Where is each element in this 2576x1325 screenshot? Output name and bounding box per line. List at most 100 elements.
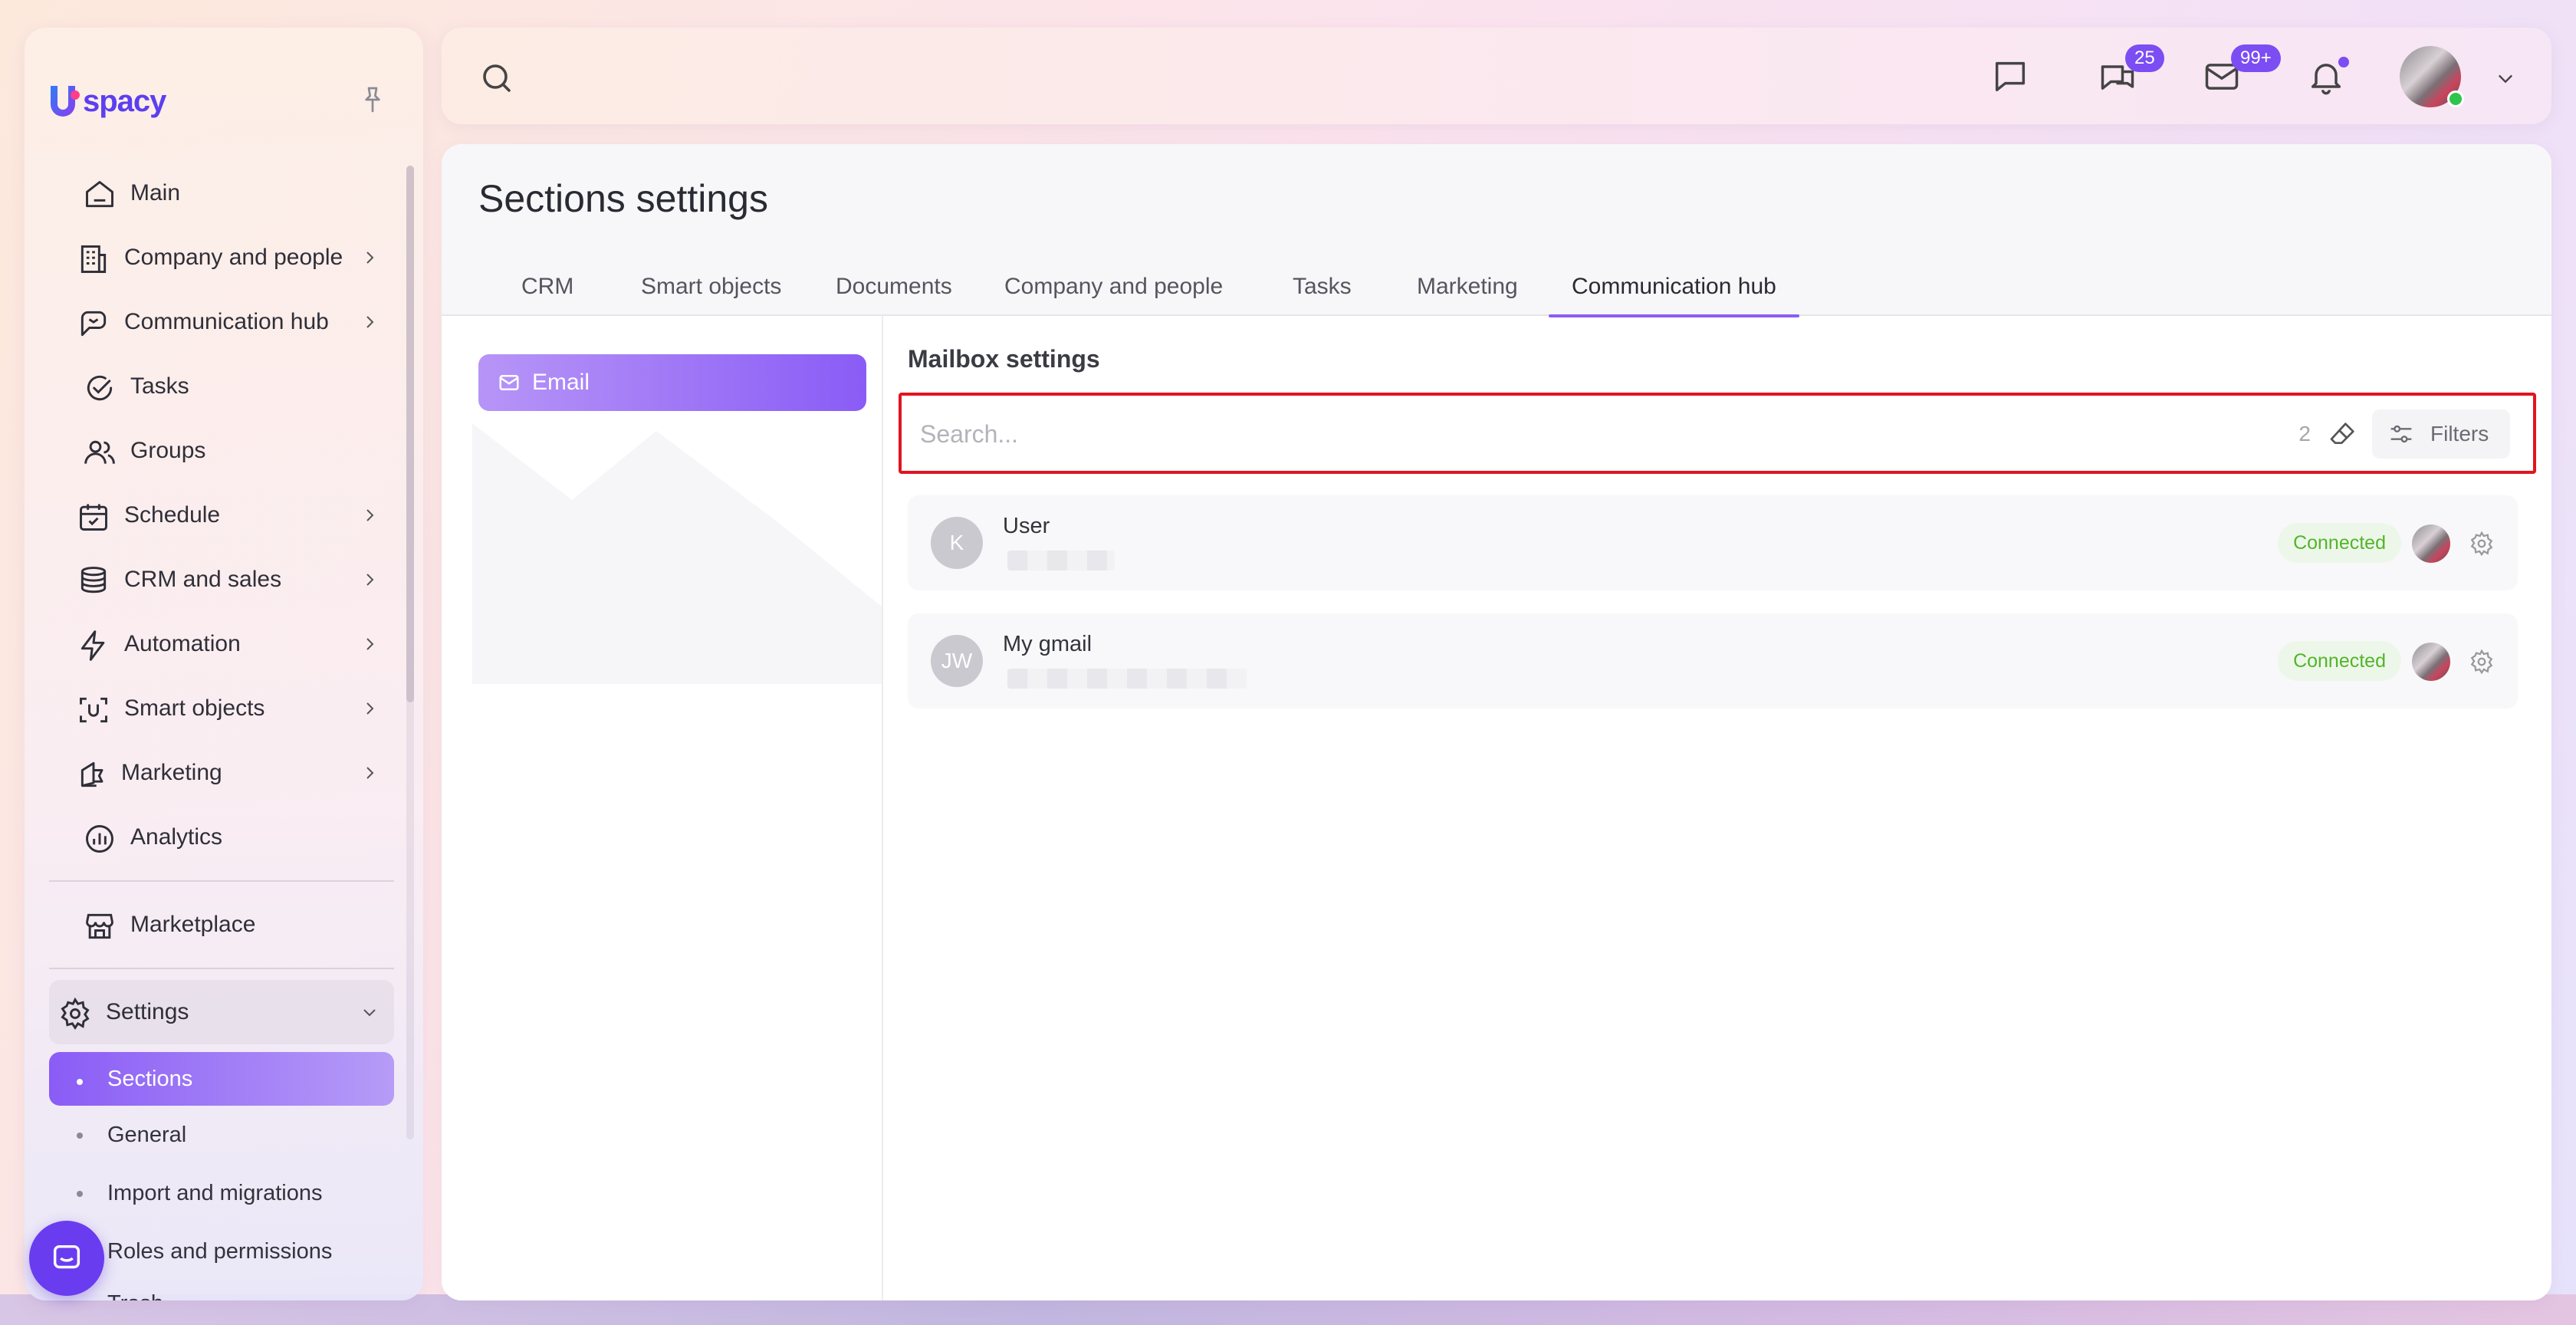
store-icon	[83, 909, 117, 943]
support-chat-button[interactable]	[29, 1221, 104, 1296]
pin-icon[interactable]	[357, 84, 388, 115]
sidebar-item-smart-objects[interactable]: Smart objects	[49, 676, 394, 741]
home-icon	[83, 178, 117, 212]
page-header: Sections settings CRM Smart objects Docu…	[442, 144, 2551, 317]
sidebar-divider	[49, 968, 394, 969]
mail-icon	[497, 371, 521, 394]
sidebar-subitem-sections[interactable]: Sections	[49, 1052, 394, 1106]
mailbox-search-bar: 2 Filters	[899, 393, 2536, 474]
sidebar-item-label: Schedule	[124, 502, 221, 528]
sidebar-item-main[interactable]: Main	[49, 161, 394, 225]
mailbox-name: User	[1003, 514, 1050, 538]
main-content: Sections settings CRM Smart objects Docu…	[442, 144, 2551, 1300]
sidebar-item-automation[interactable]: Automation	[49, 612, 394, 676]
mailbox-avatar: K	[931, 517, 983, 569]
status-badge: Connected	[2278, 641, 2401, 681]
filters-button[interactable]: Filters	[2372, 409, 2510, 459]
sidebar-item-label: Company and people	[124, 245, 343, 270]
sidebar-subitem-label: Roles and permissions	[107, 1238, 333, 1264]
chevron-down-icon[interactable]	[2495, 67, 2516, 89]
chevron-right-icon	[360, 506, 379, 524]
database-icon	[77, 564, 110, 598]
sidebar-subitem-label: Sections	[107, 1066, 193, 1091]
sidebar-item-crm-and-sales[interactable]: CRM and sales	[49, 547, 394, 612]
tab-crm[interactable]: CRM	[521, 258, 573, 316]
tab-marketing[interactable]: Marketing	[1417, 258, 1518, 316]
sidebar-item-label: CRM and sales	[124, 567, 282, 592]
lightning-icon	[77, 629, 110, 662]
logo-mark-icon	[48, 83, 81, 120]
sidebar-item-label: Settings	[106, 999, 189, 1024]
tab-communication-hub[interactable]: Communication hub	[1549, 258, 1799, 317]
sidebar-subitem-general[interactable]: General	[49, 1106, 394, 1164]
section-menu: Email	[442, 316, 883, 1300]
sidebar-scrollbar-thumb[interactable]	[406, 166, 414, 702]
page-title: Sections settings	[478, 177, 768, 220]
sidebar-item-marketing[interactable]: Marketing	[49, 741, 394, 805]
sidebar-item-communication-hub[interactable]: Communication hub	[49, 290, 394, 354]
bullet-icon	[77, 1191, 83, 1197]
sidebar-item-label: Communication hub	[124, 309, 329, 334]
sidebar-item-label: Marketplace	[130, 912, 256, 937]
sidebar-subitem-label: Import and migrations	[107, 1180, 323, 1205]
search-icon[interactable]	[478, 60, 515, 97]
notification-dot	[2338, 57, 2349, 67]
clear-search-icon[interactable]	[2328, 419, 2358, 449]
chevron-right-icon	[360, 570, 379, 589]
chevron-right-icon	[360, 699, 379, 718]
sidebar-item-company-and-people[interactable]: Company and people	[49, 225, 394, 290]
sidebar-item-label: Tasks	[130, 373, 189, 399]
chevron-right-icon	[360, 635, 379, 653]
filters-label: Filters	[2430, 422, 2489, 446]
mailbox-row[interactable]: K User Connected	[908, 495, 2518, 590]
sidebar-item-label: Analytics	[130, 824, 223, 850]
owner-avatar[interactable]	[2412, 643, 2450, 681]
bullet-icon	[77, 1133, 83, 1139]
section-menu-email-label: Email	[532, 370, 590, 395]
sidebar-item-label: Marketing	[121, 760, 222, 785]
users-icon	[83, 436, 117, 469]
section-tabs: CRM Smart objects Documents Company and …	[442, 258, 2551, 317]
gear-icon[interactable]	[2469, 531, 2495, 557]
sidebar-subitem-label: Trash	[107, 1291, 163, 1301]
mailbox-name: My gmail	[1003, 632, 1092, 656]
chat-icon	[49, 1241, 84, 1276]
chevron-right-icon	[360, 313, 379, 331]
sidebar-item-label: Automation	[124, 631, 241, 656]
sidebar-item-settings[interactable]: Settings	[49, 980, 394, 1044]
communication-icon	[77, 307, 110, 340]
sidebar-nav: Main Company and people Communication hu…	[49, 161, 394, 1300]
sidebar-item-groups[interactable]: Groups	[49, 419, 394, 483]
status-badge: Connected	[2278, 523, 2401, 563]
tab-company-and-people[interactable]: Company and people	[1004, 258, 1223, 316]
tab-tasks[interactable]: Tasks	[1293, 258, 1352, 316]
sidebar-item-label: Smart objects	[124, 695, 265, 721]
logo[interactable]: spacy	[48, 83, 166, 120]
scan-icon	[77, 693, 110, 727]
mailbox-address-redacted	[1007, 551, 1115, 570]
sidebar-subitem-import-and-migrations[interactable]: Import and migrations	[49, 1164, 394, 1222]
sidebar-subitem-label: General	[107, 1122, 187, 1147]
sidebar-item-schedule[interactable]: Schedule	[49, 483, 394, 547]
mail-count-badge: 99+	[2231, 44, 2281, 72]
sidebar-item-analytics[interactable]: Analytics	[49, 805, 394, 870]
gear-icon[interactable]	[2469, 649, 2495, 675]
sidebar-item-tasks[interactable]: Tasks	[49, 354, 394, 419]
gear-icon	[58, 997, 92, 1031]
sidebar-item-marketplace[interactable]: Marketplace	[49, 893, 394, 957]
message-icon[interactable]	[1990, 57, 2030, 97]
tab-smart-objects[interactable]: Smart objects	[641, 258, 781, 316]
owner-avatar[interactable]	[2412, 524, 2450, 563]
sidebar: spacy Main Company and people Communicat…	[25, 28, 423, 1300]
sidebar-subitem-trash[interactable]: Trash	[49, 1281, 394, 1301]
section-menu-email[interactable]: Email	[478, 354, 866, 411]
tab-documents[interactable]: Documents	[836, 258, 952, 316]
bullet-icon	[77, 1079, 83, 1085]
chevron-down-icon	[360, 1003, 379, 1021]
check-circle-icon	[83, 371, 117, 405]
sliders-icon	[2389, 423, 2413, 445]
mailbox-row[interactable]: JW My gmail Connected	[908, 613, 2518, 709]
chats-count-badge: 25	[2125, 44, 2164, 72]
chevron-right-icon	[360, 248, 379, 267]
search-input[interactable]	[920, 413, 2254, 455]
